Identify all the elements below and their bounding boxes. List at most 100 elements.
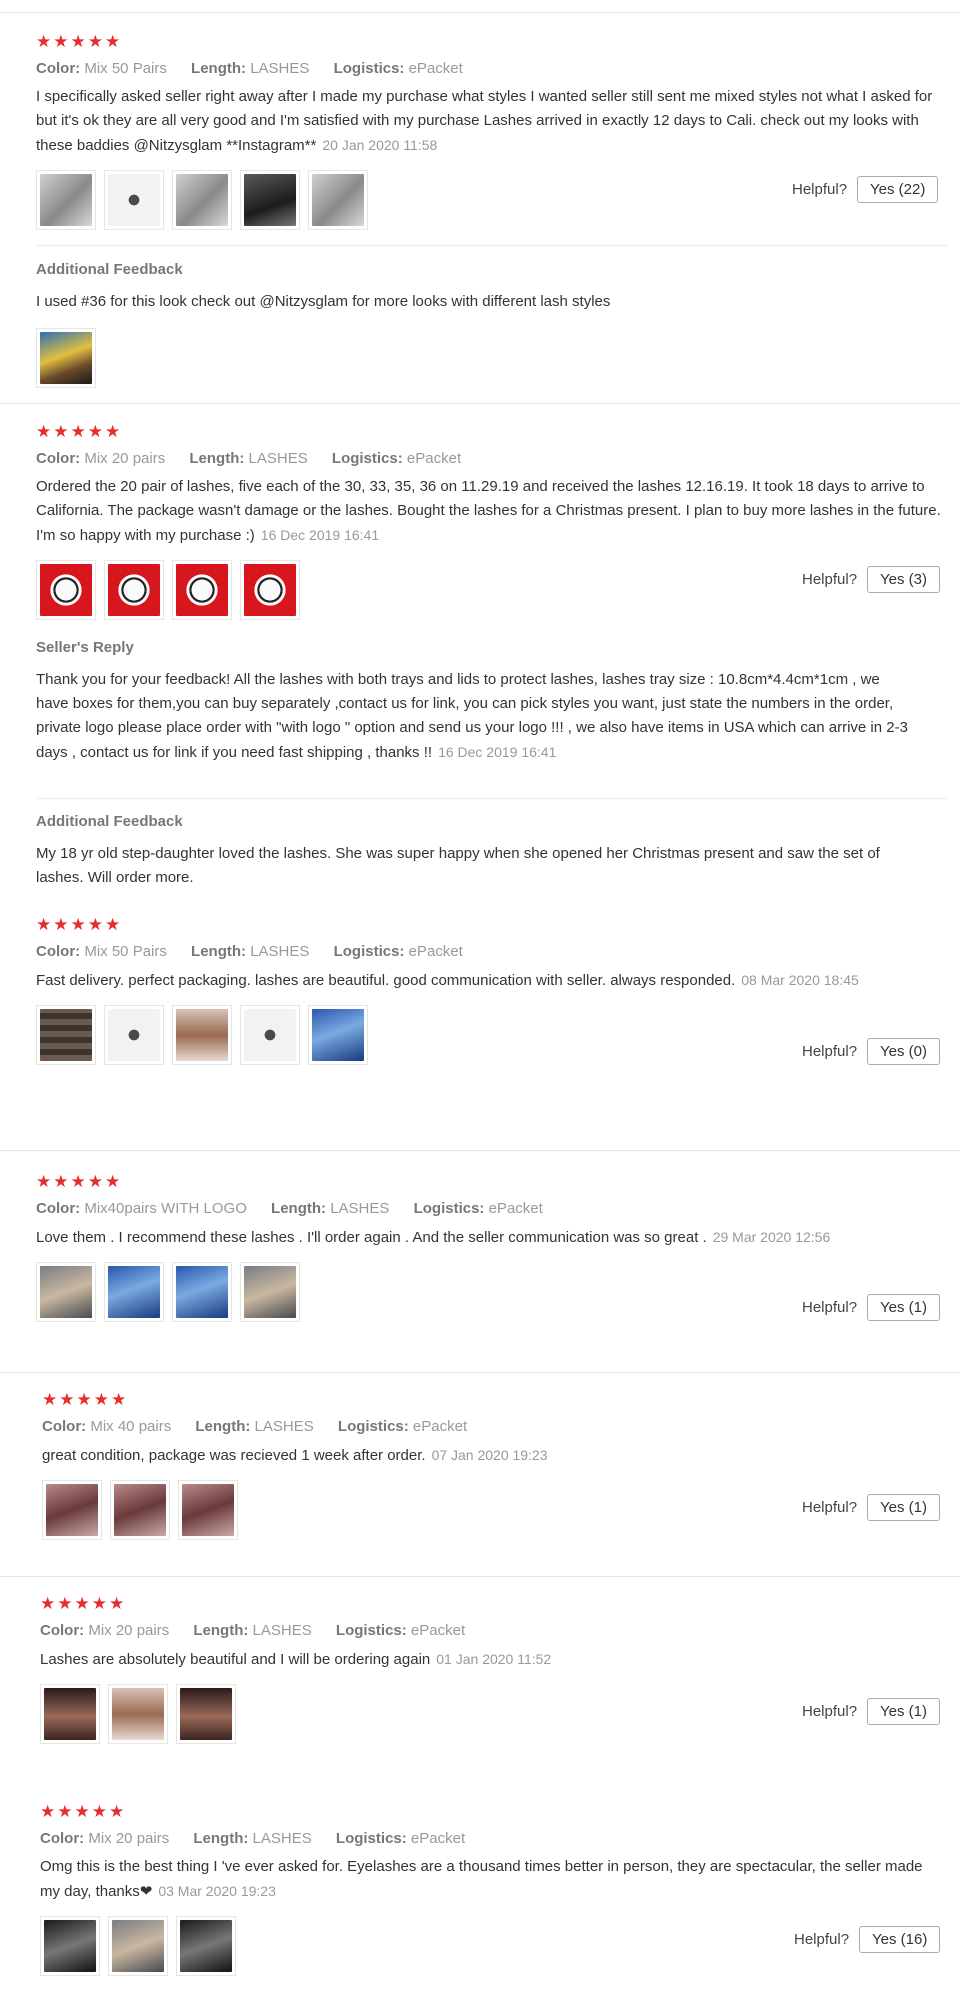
additional-feedback-title: Additional Feedback	[36, 261, 183, 278]
review-meta: Color: Mix 50 Pairs Length: LASHES Logis…	[36, 943, 463, 960]
review-date: 01 Jan 2020 11:52	[436, 1651, 552, 1667]
length-value: LASHES	[252, 1830, 312, 1847]
review-divider	[0, 1576, 960, 1577]
review-meta: Color: Mix 20 pairs Length: LASHES Logis…	[40, 1622, 466, 1639]
star-rating: ★★★★★	[36, 422, 123, 441]
seller-reply-title: Seller's Reply	[36, 639, 134, 656]
review-date: 16 Dec 2019 16:41	[260, 527, 380, 543]
helpful-label: Helpful?	[792, 181, 848, 198]
length-value: LASHES	[330, 1200, 390, 1217]
review-date: 07 Jan 2020 19:23	[431, 1447, 548, 1463]
helpful-label: Helpful?	[802, 1703, 858, 1720]
helpful-label: Helpful?	[802, 571, 858, 588]
color-value: Mix 50 Pairs	[84, 60, 167, 77]
star-rating: ★★★★★	[40, 1802, 127, 1821]
review-text: Ordered the 20 pair of lashes, five each…	[36, 478, 941, 544]
review-photo[interactable]	[240, 1005, 300, 1065]
review-photo[interactable]	[40, 1916, 100, 1976]
review-photo[interactable]	[240, 560, 300, 620]
review-photo[interactable]	[104, 560, 164, 620]
helpful-yes-button[interactable]: Yes (16)	[859, 1926, 941, 1953]
review-photo[interactable]	[178, 1480, 238, 1540]
star-rating: ★★★★★	[36, 32, 123, 51]
star-rating: ★★★★★	[42, 1390, 129, 1409]
review-text: great condition, package was recieved 1 …	[42, 1447, 548, 1464]
length-value: LASHES	[252, 1622, 312, 1639]
review-photo[interactable]	[110, 1480, 170, 1540]
review-photo[interactable]	[172, 170, 232, 230]
review-photo[interactable]	[104, 1005, 164, 1065]
top-divider	[0, 12, 960, 13]
helpful-control: Helpful? Yes (16)	[794, 1926, 941, 1953]
review-text: I specifically asked seller right away a…	[36, 88, 933, 154]
additional-feedback: Additional Feedback I used #36 for this …	[36, 260, 948, 388]
review-photo[interactable]	[104, 170, 164, 230]
helpful-yes-button[interactable]: Yes (1)	[867, 1294, 941, 1321]
review-photo[interactable]	[36, 1262, 96, 1322]
color-value: Mix 20 pairs	[88, 1830, 170, 1847]
review-photo[interactable]	[308, 1005, 368, 1065]
additional-feedback-text: My 18 yr old step-daughter loved the las…	[36, 845, 880, 886]
review-photo[interactable]	[308, 170, 368, 230]
length-value: LASHES	[250, 60, 310, 77]
review-photo[interactable]	[240, 1262, 300, 1322]
helpful-yes-button[interactable]: Yes (0)	[867, 1038, 941, 1065]
helpful-yes-button[interactable]: Yes (1)	[867, 1494, 941, 1521]
review-photo[interactable]	[176, 1684, 236, 1744]
logistics-value: ePacket	[412, 1418, 468, 1435]
review-photo[interactable]	[36, 170, 96, 230]
review-text: Fast delivery. perfect packaging. lashes…	[36, 972, 859, 989]
additional-feedback-text: I used #36 for this look check out @Nitz…	[36, 293, 611, 310]
review-photo[interactable]	[172, 1005, 232, 1065]
additional-feedback: Additional Feedback My 18 yr old step-da…	[36, 812, 948, 890]
review-date: 29 Mar 2020 12:56	[712, 1229, 831, 1245]
review-photo[interactable]	[104, 1262, 164, 1322]
helpful-label: Helpful?	[802, 1043, 858, 1060]
star-rating: ★★★★★	[40, 1594, 127, 1613]
review-date: 08 Mar 2020 18:45	[741, 972, 859, 988]
helpful-control: Helpful? Yes (22)	[792, 176, 939, 203]
logistics-value: ePacket	[410, 1622, 466, 1639]
length-value: LASHES	[250, 943, 310, 960]
helpful-control: Helpful? Yes (1)	[802, 1698, 941, 1725]
review-meta: Color: Mix 50 Pairs Length: LASHES Logis…	[36, 60, 463, 77]
logistics-value: ePacket	[406, 450, 462, 467]
color-value: Mix 40 pairs	[90, 1418, 172, 1435]
review-meta: Color: Mix40pairs WITH LOGO Length: LASH…	[36, 1200, 543, 1217]
length-value: LASHES	[248, 450, 308, 467]
review-photo[interactable]	[176, 1916, 236, 1976]
review-meta: Color: Mix 40 pairs Length: LASHES Logis…	[42, 1418, 468, 1435]
seller-reply-text: Thank you for your feedback! All the las…	[36, 671, 908, 761]
review-photo[interactable]	[36, 1005, 96, 1065]
helpful-control: Helpful? Yes (1)	[802, 1294, 941, 1321]
star-rating: ★★★★★	[36, 1172, 123, 1191]
helpful-label: Helpful?	[802, 1499, 858, 1516]
review-photo[interactable]	[40, 1684, 100, 1744]
helpful-control: Helpful? Yes (1)	[802, 1494, 941, 1521]
review-text: Love them . I recommend these lashes . I…	[36, 1229, 831, 1246]
seller-reply-date: 16 Dec 2019 16:41	[438, 744, 557, 760]
review-divider	[0, 1372, 960, 1373]
seller-reply: Seller's Reply Thank you for your feedba…	[36, 638, 948, 765]
star-rating: ★★★★★	[36, 915, 123, 934]
review-photo[interactable]	[42, 1480, 102, 1540]
review-photo[interactable]	[36, 328, 96, 388]
color-value: Mix 50 Pairs	[84, 943, 167, 960]
logistics-value: ePacket	[408, 943, 463, 960]
color-value: Mix 20 pairs	[84, 450, 166, 467]
helpful-yes-button[interactable]: Yes (1)	[867, 1698, 941, 1725]
review-photo[interactable]	[108, 1684, 168, 1744]
review-photo[interactable]	[108, 1916, 168, 1976]
logistics-value: ePacket	[410, 1830, 466, 1847]
review-photo[interactable]	[36, 560, 96, 620]
color-value: Mix 20 pairs	[88, 1622, 170, 1639]
review-text: Omg this is the best thing I 've ever as…	[40, 1858, 923, 1900]
logistics-value: ePacket	[408, 60, 463, 77]
review-photo[interactable]	[172, 560, 232, 620]
logistics-value: ePacket	[488, 1200, 543, 1217]
helpful-yes-button[interactable]: Yes (3)	[867, 566, 941, 593]
review-photo[interactable]	[172, 1262, 232, 1322]
review-meta: Color: Mix 20 pairs Length: LASHES Logis…	[36, 450, 462, 467]
helpful-yes-button[interactable]: Yes (22)	[857, 176, 939, 203]
review-photo[interactable]	[240, 170, 300, 230]
